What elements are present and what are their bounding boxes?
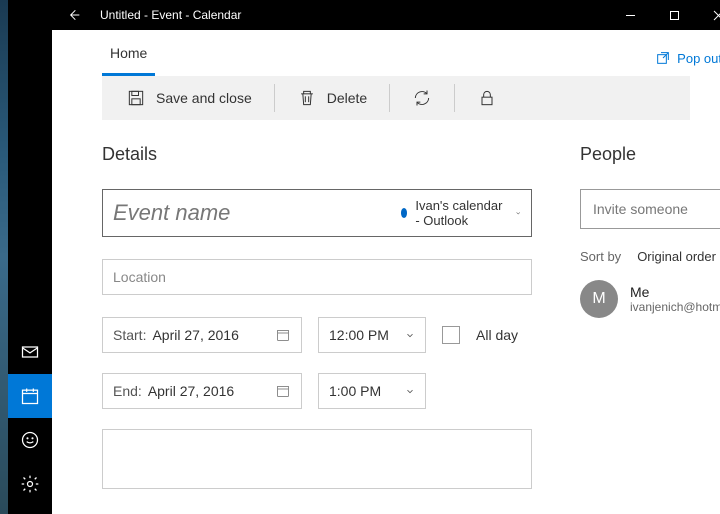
end-row: End: April 27, 2016 1:00 PM [102, 373, 532, 409]
content-area: Details Ivan's calendar - Outlook Start:… [52, 120, 720, 514]
all-day-checkbox[interactable] [442, 326, 460, 344]
sort-by-label: Sort by [580, 249, 621, 264]
lock-icon [477, 88, 497, 108]
start-row: Start: April 27, 2016 12:00 PM All day [102, 317, 532, 353]
event-name-row: Ivan's calendar - Outlook [102, 189, 532, 237]
invite-input[interactable] [580, 189, 720, 229]
private-button[interactable] [463, 82, 511, 114]
sidebar-item-mail[interactable] [8, 330, 52, 374]
chevron-down-icon [405, 386, 415, 396]
minimize-icon [625, 10, 636, 21]
save-close-label: Save and close [156, 90, 252, 106]
avatar: M [580, 280, 618, 318]
main-area: Untitled - Event - Calendar Home Pop out… [52, 0, 720, 514]
calendar-icon [20, 386, 40, 406]
sidebar-item-calendar[interactable] [8, 374, 52, 418]
popout-link[interactable]: Pop out [655, 50, 720, 76]
people-column: People Sort by Original order M Me ivanj… [532, 144, 720, 514]
end-time-picker[interactable]: 1:00 PM [318, 373, 426, 409]
end-date-value: April 27, 2016 [148, 383, 275, 399]
calendar-color-dot [401, 208, 407, 218]
app-window: Untitled - Event - Calendar Home Pop out… [8, 0, 720, 514]
location-input[interactable] [102, 259, 532, 295]
calendar-picker-icon [275, 383, 291, 399]
trash-icon [297, 88, 317, 108]
end-time-value: 1:00 PM [329, 383, 405, 399]
maximize-icon [669, 10, 680, 21]
description-textarea[interactable] [102, 429, 532, 489]
sort-row: Sort by Original order [580, 249, 720, 264]
popout-label: Pop out [677, 51, 720, 66]
all-day-label: All day [476, 327, 518, 343]
toolbar-separator [274, 84, 275, 112]
person-name: Me [630, 284, 720, 300]
refresh-icon [412, 88, 432, 108]
sidebar-item-feedback[interactable] [8, 418, 52, 462]
sidebar-item-settings[interactable] [8, 462, 52, 506]
event-name-input[interactable] [113, 200, 401, 226]
ribbon-tabs: Home Pop out [52, 30, 720, 76]
start-time-value: 12:00 PM [329, 327, 405, 343]
gear-icon [20, 474, 40, 494]
toolbar: Save and close Delete [102, 76, 690, 120]
save-close-button[interactable]: Save and close [112, 82, 266, 114]
end-label: End: [113, 383, 142, 399]
window-title: Untitled - Event - Calendar [96, 8, 608, 22]
refresh-button[interactable] [398, 82, 446, 114]
titlebar: Untitled - Event - Calendar [52, 0, 720, 30]
minimize-button[interactable] [608, 0, 652, 30]
toolbar-separator [454, 84, 455, 112]
person-email: ivanjenich@hotma [630, 300, 720, 314]
mail-icon [20, 342, 40, 362]
tab-home[interactable]: Home [102, 35, 155, 76]
start-time-picker[interactable]: 12:00 PM [318, 317, 426, 353]
delete-label: Delete [327, 90, 367, 106]
calendar-selected-label: Ivan's calendar - Outlook [415, 198, 506, 228]
sort-order-select[interactable]: Original order [637, 249, 716, 264]
calendar-picker-icon [275, 327, 291, 343]
close-icon [713, 10, 720, 21]
window-controls [608, 0, 720, 30]
start-label: Start: [113, 327, 146, 343]
start-date-value: April 27, 2016 [152, 327, 275, 343]
close-button[interactable] [696, 0, 720, 30]
end-date-picker[interactable]: End: April 27, 2016 [102, 373, 302, 409]
save-icon [126, 88, 146, 108]
smiley-icon [20, 430, 40, 450]
chevron-down-icon [515, 208, 521, 218]
app-sidebar [8, 0, 52, 514]
back-button[interactable] [52, 0, 96, 30]
start-date-picker[interactable]: Start: April 27, 2016 [102, 317, 302, 353]
calendar-select[interactable]: Ivan's calendar - Outlook [401, 198, 521, 228]
maximize-button[interactable] [652, 0, 696, 30]
arrow-left-icon [66, 7, 82, 23]
details-heading: Details [102, 144, 532, 165]
person-row-me[interactable]: M Me ivanjenich@hotma [580, 280, 720, 318]
desktop-background-sliver [0, 0, 8, 514]
delete-button[interactable]: Delete [283, 82, 381, 114]
popout-icon [655, 50, 671, 66]
people-heading: People [580, 144, 720, 165]
chevron-down-icon [405, 330, 415, 340]
toolbar-separator [389, 84, 390, 112]
details-column: Details Ivan's calendar - Outlook Start:… [102, 144, 532, 514]
